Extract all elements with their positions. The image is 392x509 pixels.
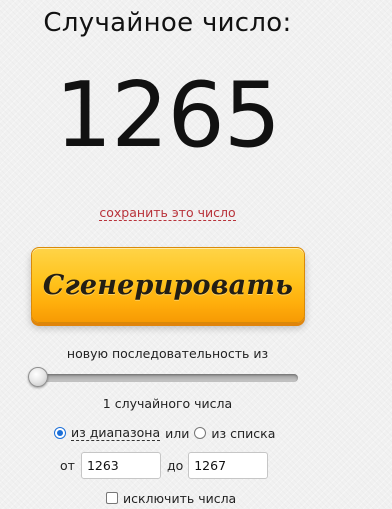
mode-selector: из диапазона или из списка: [54, 424, 275, 442]
sequence-label: новую последовательность из: [66, 346, 269, 361]
range-inputs: от до: [60, 452, 269, 479]
from-input[interactable]: [80, 452, 161, 479]
exclude-option: исключить числа: [106, 489, 236, 507]
save-link-container: сохранить это число: [0, 205, 335, 221]
count-slider-thumb[interactable]: [28, 367, 48, 387]
count-label: 1 случайного числа: [102, 396, 233, 411]
list-radio[interactable]: [194, 427, 207, 439]
or-text: или: [165, 425, 190, 441]
from-label: от: [60, 458, 75, 473]
to-input[interactable]: [188, 452, 269, 479]
generate-button[interactable]: Сгенерировать: [31, 247, 305, 323]
to-label: до: [166, 458, 184, 473]
count-slider-track[interactable]: [29, 374, 298, 382]
list-option-label[interactable]: из списка: [211, 426, 275, 441]
random-number-display: 1265: [54, 63, 281, 168]
exclude-checkbox[interactable]: [106, 492, 118, 504]
save-number-link[interactable]: сохранить это число: [99, 205, 236, 221]
result-heading: Случайное число:: [43, 8, 292, 38]
generate-button-label: Сгенерировать: [42, 269, 294, 301]
range-option-label[interactable]: из диапазона: [71, 425, 161, 441]
range-radio[interactable]: [54, 427, 66, 439]
exclude-label[interactable]: исключить числа: [123, 491, 236, 506]
